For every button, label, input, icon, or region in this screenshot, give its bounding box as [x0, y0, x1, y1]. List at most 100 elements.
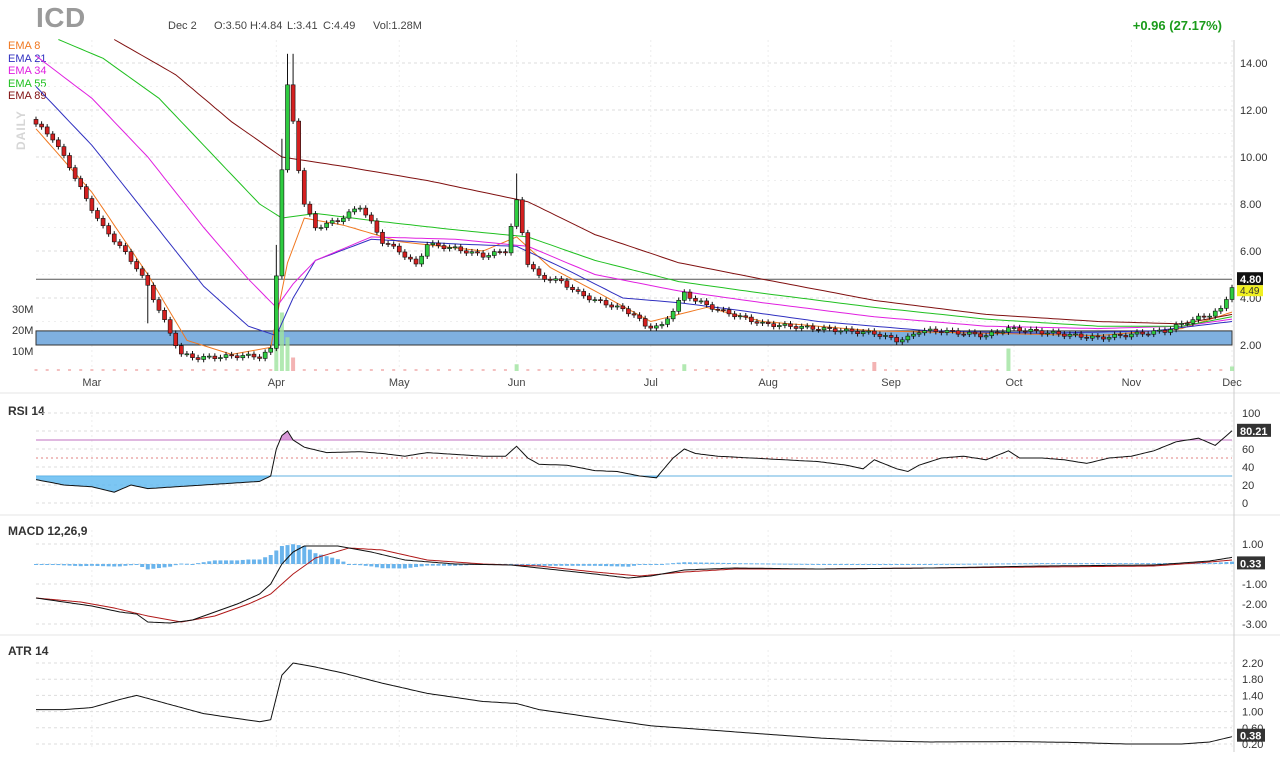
volume-bar [392, 369, 396, 371]
volume-bar [559, 369, 563, 371]
candle-body [1022, 330, 1028, 333]
candle-body [229, 354, 234, 357]
macd-histogram-bar [73, 564, 78, 566]
candle-body [570, 286, 575, 290]
macd-histogram-bar [1034, 563, 1039, 565]
candle-body [659, 324, 665, 327]
macd-histogram-bar [883, 564, 888, 565]
candle-body [1017, 327, 1022, 332]
candle-body [670, 311, 676, 320]
volume-bar [224, 369, 228, 371]
candle-body [240, 355, 246, 359]
candle-body [162, 310, 167, 320]
candle-body [905, 335, 911, 341]
candle-body [749, 316, 754, 323]
candle-body [106, 225, 111, 235]
volume-bar [514, 364, 519, 371]
candle-body [1084, 336, 1089, 339]
volume-bar [615, 369, 619, 371]
candle-body [553, 278, 559, 281]
volume-bar [101, 369, 105, 371]
candle-body [1000, 331, 1006, 334]
candle-body [709, 304, 715, 310]
macd-histogram-bar [559, 564, 564, 566]
macd-histogram-bar [279, 546, 284, 564]
macd-histogram-bar [1140, 563, 1145, 565]
macd-histogram-bar [341, 561, 346, 564]
macd-histogram-bar [352, 564, 357, 565]
candle-body [329, 220, 335, 224]
candle-body [1218, 307, 1224, 312]
macd-histogram-bar [1028, 563, 1033, 565]
candle-body [782, 323, 788, 326]
candle-body [83, 186, 89, 199]
candle-body [89, 198, 95, 211]
macd-histogram-bar [564, 564, 569, 566]
macd-histogram-bar [101, 564, 106, 567]
candle-body [195, 357, 201, 360]
volume-bar [951, 369, 955, 371]
macd-histogram-bar [1045, 563, 1050, 565]
volume-bar [1006, 348, 1011, 371]
candle-body [206, 355, 212, 358]
volume-bar [146, 369, 150, 371]
macd-histogram-bar [240, 559, 245, 564]
macd-histogram-bar [643, 564, 648, 565]
volume-bar [917, 369, 921, 371]
candle-body [1112, 334, 1117, 338]
candle-body [1117, 334, 1123, 336]
candle-body [307, 203, 313, 215]
macd-histogram-bar [67, 564, 72, 566]
macd-histogram-bar [665, 563, 670, 565]
macd-histogram-bar [117, 564, 122, 567]
candle-body [190, 353, 195, 358]
rsi-value-label: 80.21 [1240, 426, 1268, 438]
candle-body [665, 318, 670, 325]
candle-body [480, 252, 486, 258]
volume-bar [1118, 369, 1122, 371]
macd-histogram-bar [425, 564, 430, 566]
rsi-tick-label: 40 [1242, 462, 1254, 474]
macd-histogram-bar [363, 564, 368, 566]
volume-bar [481, 369, 485, 371]
candle-body [989, 331, 994, 336]
macd-histogram-bar [693, 562, 698, 564]
macd-histogram-bar [1012, 563, 1017, 565]
macd-histogram-bar [140, 564, 145, 567]
volume-bar [727, 369, 731, 371]
candle-body [832, 328, 838, 333]
candle-body [436, 242, 441, 246]
month-label: Dec [1222, 377, 1242, 389]
candle-body [877, 333, 883, 337]
macd-histogram-bar [61, 564, 66, 566]
candle-body [123, 245, 128, 252]
candle-body [1028, 329, 1034, 332]
candle-body [838, 330, 844, 333]
volume-tick-label: 30M [12, 304, 33, 316]
candle-body [61, 146, 67, 156]
volume-bar [470, 369, 474, 371]
candle-body [464, 250, 469, 254]
candle-body [391, 243, 396, 247]
volume-bar [638, 369, 642, 371]
macd-histogram-bar [45, 564, 50, 565]
macd-histogram-bar [984, 563, 989, 565]
candle-body [285, 84, 290, 171]
macd-histogram-bar [184, 563, 189, 565]
candle-body [961, 333, 967, 336]
macd-histogram-bar [346, 564, 351, 565]
macd-histogram-bar [743, 563, 748, 565]
macd-tick-label: -2.00 [1242, 599, 1267, 611]
macd-histogram-bar [950, 563, 955, 565]
macd-histogram-bar [129, 564, 134, 566]
macd-histogram-bar [397, 564, 402, 569]
macd-tick-label: -1.00 [1242, 579, 1267, 591]
candle-body [804, 325, 810, 328]
macd-histogram-bar [766, 563, 771, 565]
candle-body [274, 275, 279, 349]
macd-histogram-bar [944, 563, 949, 565]
macd-histogram-bar [1067, 563, 1072, 565]
volume-bar [258, 369, 262, 371]
volume-bar [56, 369, 60, 371]
volume-bar [962, 369, 966, 371]
